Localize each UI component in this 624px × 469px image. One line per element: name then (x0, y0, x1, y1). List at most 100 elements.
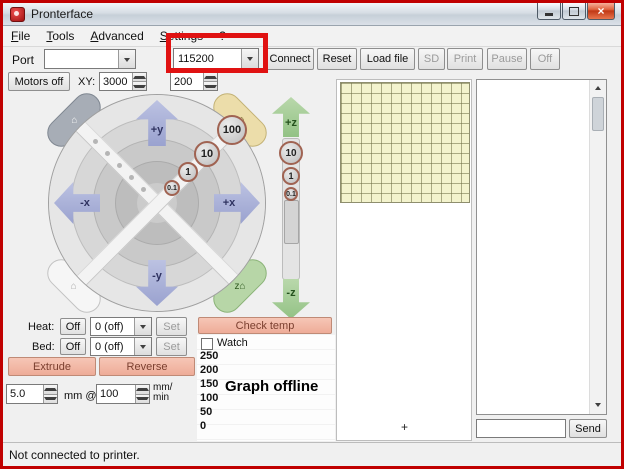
graph-offline-text: Graph offline (225, 378, 318, 395)
watch-checkbox[interactable] (201, 338, 213, 350)
print-bed-grid (340, 82, 470, 203)
xy-feedrate-label: XY: (78, 76, 95, 88)
off-button[interactable]: Off (530, 48, 560, 70)
watch-label: Watch (217, 337, 248, 349)
reverse-button[interactable]: Reverse (99, 357, 195, 376)
app-icon (10, 7, 25, 22)
xy-feedrate-spinner[interactable]: 3000 (99, 72, 147, 91)
minimize-icon (545, 13, 553, 16)
bed-temp-select[interactable]: 0 (off) (90, 337, 152, 356)
scroll-down-button[interactable] (590, 398, 606, 414)
menu-file[interactable]: File (3, 26, 38, 46)
port-select-value (45, 50, 118, 68)
graph-ytick-200: 200 (200, 364, 218, 376)
menu-advanced[interactable]: Advanced (82, 26, 151, 46)
connect-button[interactable]: Connect (266, 48, 314, 70)
chevron-down-icon (136, 397, 149, 402)
heater-temp-value: 0 (off) (91, 318, 134, 335)
load-file-button[interactable]: Load file (360, 48, 415, 70)
jog-plus-x-label: +x (223, 197, 236, 209)
sd-button[interactable]: SD (418, 48, 445, 70)
xy-jog-pad[interactable]: ⌂ y⌂ ⌂ z⌂ +y -y -x +x 100 (48, 94, 266, 312)
z-feedrate-value: 200 (171, 73, 203, 90)
dropdown-arrow-icon[interactable] (134, 338, 151, 355)
jog-plus-z-button[interactable]: +z (272, 97, 310, 137)
heater-temp-select[interactable]: 0 (off) (90, 317, 152, 336)
spinner-down-button[interactable] (44, 394, 57, 404)
heater-off-button[interactable]: Off (60, 318, 86, 335)
status-text: Not connected to printer. (3, 448, 140, 462)
spinner-down-button[interactable] (136, 394, 149, 404)
port-label: Port (12, 53, 34, 67)
log-output[interactable] (476, 79, 607, 415)
close-button[interactable]: × (587, 3, 615, 20)
heater-set-button[interactable]: Set (156, 317, 187, 336)
minimize-button[interactable] (537, 3, 561, 20)
menu-tools[interactable]: Tools (38, 26, 82, 46)
maximize-button[interactable] (562, 3, 586, 20)
spinner-up-button[interactable] (204, 73, 217, 81)
graph-ytick-250: 250 (200, 350, 218, 362)
bed-label: Bed: (32, 341, 55, 353)
extrude-speed-value: 100 (97, 385, 135, 403)
extrude-length-value: 5.0 (7, 385, 43, 403)
graph-ytick-0: 0 (200, 420, 206, 432)
graph-ytick-100: 100 (200, 392, 218, 404)
reset-button[interactable]: Reset (317, 48, 357, 70)
dropdown-arrow-icon[interactable] (118, 50, 135, 68)
check-temp-button[interactable]: Check temp (198, 317, 332, 334)
spinner-up-button[interactable] (133, 73, 146, 81)
extrude-button[interactable]: Extrude (8, 357, 96, 376)
jog-minus-z-button[interactable]: -z (272, 279, 310, 319)
extrude-length-spinner[interactable]: 5.0 (6, 384, 58, 404)
extrude-speed-spinner[interactable]: 100 (96, 384, 150, 404)
z-feedrate-spinner[interactable]: 200 (170, 72, 218, 91)
command-input[interactable] (476, 419, 566, 438)
bed-set-button[interactable]: Set (156, 337, 187, 356)
z-step-01-button[interactable]: 0.1 (284, 187, 298, 201)
scroll-thumb[interactable] (592, 97, 604, 131)
speed-unit-line2: min (153, 393, 172, 403)
pause-button[interactable]: Pause (487, 48, 527, 70)
xy-step-1-button[interactable]: 1 (178, 162, 198, 182)
xy-step-01-button[interactable]: 0.1 (164, 180, 180, 196)
port-select[interactable] (44, 49, 136, 69)
temp-graph: 250 200 150 100 50 0 Graph offline (197, 334, 335, 441)
z-step-1-button[interactable]: 1 (282, 167, 300, 185)
log-scrollbar[interactable] (589, 80, 606, 414)
heater-label: Heat: (28, 321, 54, 333)
chevron-down-icon (140, 325, 146, 332)
band-dot (141, 187, 146, 192)
xy-step-100-button[interactable]: 100 (217, 115, 247, 145)
graph-ytick-150: 150 (200, 378, 218, 390)
band-dot (93, 139, 98, 144)
send-button[interactable]: Send (569, 419, 607, 438)
gcode-viewer[interactable]: + (336, 79, 472, 441)
chevron-up-icon (136, 386, 149, 391)
scroll-up-button[interactable] (590, 80, 606, 96)
spinner-up-button[interactable] (44, 385, 57, 394)
chevron-up-icon (133, 74, 146, 79)
z-track-thumb[interactable] (284, 200, 299, 244)
bed-off-button[interactable]: Off (60, 338, 86, 355)
mm-at-label: mm @ (64, 390, 97, 402)
jog-plus-y-label: +y (151, 124, 164, 136)
jog-plus-z-label: +z (285, 117, 297, 129)
xy-step-10-button[interactable]: 10 (194, 141, 220, 167)
menu-bar: File Tools Advanced Settings ? (3, 26, 621, 47)
window-title: Pronterface (31, 7, 93, 21)
band-dot (117, 163, 122, 168)
chevron-down-icon (44, 397, 57, 402)
spinner-down-button[interactable] (204, 81, 217, 90)
spinner-up-button[interactable] (136, 385, 149, 394)
z-step-10-button[interactable]: 10 (279, 141, 303, 165)
band-dot (105, 151, 110, 156)
motors-off-button[interactable]: Motors off (8, 72, 70, 91)
spinner-down-button[interactable] (133, 81, 146, 90)
bed-temp-value: 0 (off) (91, 338, 134, 355)
dropdown-arrow-icon[interactable] (134, 318, 151, 335)
chevron-down-icon (204, 85, 217, 90)
xy-feedrate-value: 3000 (100, 73, 132, 90)
speed-unit-label: mm/ min (153, 383, 172, 403)
print-button[interactable]: Print (447, 48, 483, 70)
